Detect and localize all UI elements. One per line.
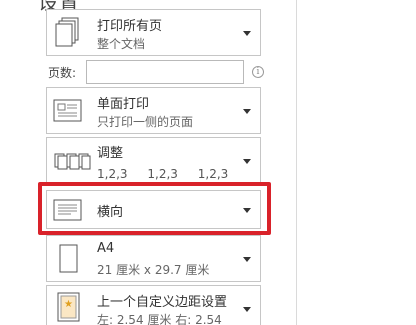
chevron-down-icon bbox=[243, 208, 251, 213]
info-icon[interactable]: i bbox=[252, 66, 264, 78]
landscape-page-icon bbox=[53, 198, 83, 226]
document-stack-icon bbox=[53, 17, 81, 53]
paper-size-dropdown[interactable]: A4 21 厘米 x 29.7 厘米 bbox=[46, 235, 261, 282]
collate-order: 1,2,3 1,2,3 1,2,3 bbox=[97, 167, 244, 181]
margins-dropdown[interactable]: ★ 上一个自定义边距设置 左: 2.54 厘米 右: 2.54 bbox=[46, 285, 261, 325]
pages-input[interactable] bbox=[86, 60, 244, 84]
single-sided-icon bbox=[53, 96, 83, 130]
collate-dropdown[interactable]: 调整 1,2,3 1,2,3 1,2,3 bbox=[46, 137, 261, 184]
svg-text:★: ★ bbox=[64, 299, 73, 310]
paper-size-subtitle: 21 厘米 x 29.7 厘米 bbox=[97, 263, 210, 277]
paper-size-title: A4 bbox=[97, 241, 115, 256]
margins-icon: ★ bbox=[57, 292, 81, 325]
collate-title: 调整 bbox=[97, 146, 124, 161]
print-range-title: 打印所有页 bbox=[97, 19, 163, 34]
pages-row: 页数: i bbox=[48, 60, 278, 84]
portrait-page-icon bbox=[59, 244, 79, 278]
chevron-down-icon bbox=[243, 31, 251, 36]
print-settings-pane: 设置 打印所有页 整个文档 页数: i 单面打印 只打印一侧的页面 调整 1,2… bbox=[0, 0, 296, 325]
chevron-down-icon bbox=[243, 159, 251, 164]
chevron-down-icon bbox=[243, 257, 251, 262]
collate-number: 1,2,3 bbox=[197, 167, 229, 181]
chevron-down-icon bbox=[243, 307, 251, 312]
print-sides-dropdown[interactable]: 单面打印 只打印一侧的页面 bbox=[46, 87, 261, 134]
collate-number: 1,2,3 bbox=[147, 167, 178, 181]
chevron-down-icon bbox=[243, 109, 251, 114]
print-range-subtitle: 整个文档 bbox=[97, 37, 146, 51]
pages-label: 页数: bbox=[48, 66, 77, 80]
print-sides-title: 单面打印 bbox=[97, 97, 150, 112]
margins-title: 上一个自定义边距设置 bbox=[97, 295, 228, 310]
margins-subtitle: 左: 2.54 厘米 右: 2.54 bbox=[97, 313, 222, 325]
collate-number: 1,2,3 bbox=[97, 167, 128, 181]
print-sides-subtitle: 只打印一侧的页面 bbox=[97, 115, 194, 129]
orientation-dropdown[interactable]: 横向 bbox=[46, 190, 261, 229]
collate-icon bbox=[53, 148, 91, 180]
print-preview-area bbox=[297, 0, 416, 325]
orientation-title: 横向 bbox=[97, 205, 124, 220]
print-range-dropdown[interactable]: 打印所有页 整个文档 bbox=[46, 9, 261, 56]
